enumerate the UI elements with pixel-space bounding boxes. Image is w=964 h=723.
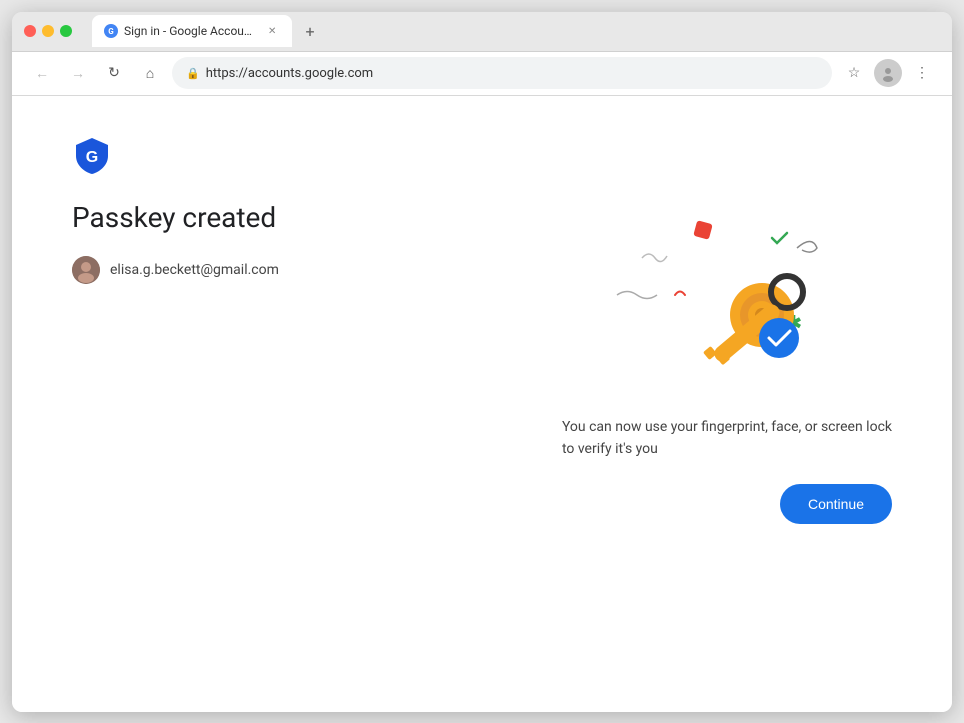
title-bar: G Sign in - Google Accounts ✕ + (12, 12, 952, 52)
left-panel: Passkey created elisa.g.beckett@gmail.co… (72, 200, 522, 284)
user-email: elisa.g.beckett@gmail.com (110, 262, 279, 278)
main-card: G Passkey created elisa.g.beckett@g (72, 136, 892, 525)
user-avatar (72, 256, 100, 284)
back-button[interactable]: ← (28, 59, 56, 87)
content-layout: Passkey created elisa.g.beckett@gmail.co… (72, 200, 892, 525)
more-options-button[interactable]: ⋮ (908, 59, 936, 87)
description-text: You can now use your fingerprint, face, … (562, 416, 892, 461)
continue-button[interactable]: Continue (780, 484, 892, 524)
google-shield-logo: G (72, 136, 112, 176)
bottom-section: Continue (562, 460, 892, 524)
tab-close-icon[interactable]: ✕ (264, 23, 280, 39)
url-bar[interactable]: 🔒 https://accounts.google.com (172, 57, 832, 89)
close-button[interactable] (24, 25, 36, 37)
address-bar: ← → ↻ ⌂ 🔒 https://accounts.google.com ☆ (12, 52, 952, 96)
right-panel: ✱ ✱ (562, 200, 892, 525)
url-text: https://accounts.google.com (206, 66, 374, 81)
refresh-button[interactable]: ↻ (100, 59, 128, 87)
tab-favicon: G (104, 24, 118, 38)
home-button[interactable]: ⌂ (136, 59, 164, 87)
profile-icon (879, 64, 897, 82)
maximize-button[interactable] (60, 25, 72, 37)
passkey-illustration: ✱ ✱ (587, 200, 867, 400)
new-tab-button[interactable]: + (296, 17, 324, 45)
profile-button[interactable] (874, 59, 902, 87)
page-content: G Passkey created elisa.g.beckett@g (12, 96, 952, 712)
minimize-button[interactable] (42, 25, 54, 37)
bookmark-button[interactable]: ☆ (840, 59, 868, 87)
forward-button[interactable]: → (64, 59, 92, 87)
browser-window: G Sign in - Google Accounts ✕ + ← → ↻ ⌂ … (12, 12, 952, 712)
address-actions: ☆ ⋮ (840, 59, 936, 87)
lock-icon: 🔒 (186, 67, 200, 80)
traffic-lights (24, 25, 72, 37)
tab-bar: G Sign in - Google Accounts ✕ + (92, 15, 940, 47)
svg-text:G: G (86, 149, 98, 166)
page-title: Passkey created (72, 200, 522, 236)
active-tab[interactable]: G Sign in - Google Accounts ✕ (92, 15, 292, 47)
user-row: elisa.g.beckett@gmail.com (72, 256, 522, 284)
tab-title: Sign in - Google Accounts (124, 24, 256, 38)
